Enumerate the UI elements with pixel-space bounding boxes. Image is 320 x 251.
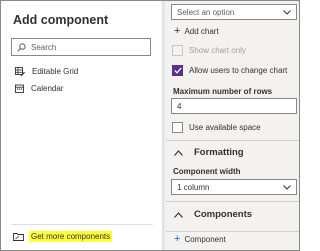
component-item-label: Editable Grid — [32, 66, 79, 76]
component-width-value: 1 column — [177, 182, 210, 192]
chevron-up-icon — [174, 211, 183, 218]
checkbox-box-checked — [172, 65, 183, 76]
search-icon — [17, 42, 26, 52]
formatting-section-header[interactable]: Formatting — [174, 147, 244, 158]
allow-change-chart-checkbox[interactable]: Allow users to change chart — [172, 65, 287, 76]
chevron-down-icon — [283, 184, 291, 190]
pane-title: Add component — [13, 13, 109, 27]
use-available-space-label: Use available space — [189, 123, 261, 132]
chevron-up-icon — [174, 149, 183, 156]
get-more-components-label: Get more components — [29, 231, 113, 242]
show-chart-only-label: Show chart only — [189, 46, 246, 55]
checkbox-box — [172, 45, 183, 56]
calendar-icon — [15, 84, 24, 93]
use-available-space-checkbox[interactable]: Use available space — [172, 122, 261, 133]
component-item-calendar[interactable]: Calendar — [15, 82, 63, 94]
components-header-label: Components — [194, 209, 253, 220]
divider — [11, 224, 153, 225]
component-item-editable-grid[interactable]: Editable Grid — [15, 65, 78, 77]
formatting-header-label: Formatting — [194, 147, 244, 158]
component-item-label: Calendar — [31, 83, 64, 93]
plus-icon: + — [174, 25, 181, 37]
show-chart-only-checkbox[interactable]: Show chart only — [172, 45, 246, 56]
max-rows-input[interactable] — [171, 98, 297, 114]
max-rows-label: Maximum number of rows — [173, 87, 273, 96]
add-component-pane: Add component Editable Grid Calendar — [1, 1, 163, 250]
chevron-down-icon — [283, 9, 291, 15]
components-section-header[interactable]: Components — [174, 209, 252, 220]
component-width-label: Component width — [173, 167, 241, 176]
search-box[interactable] — [11, 38, 151, 56]
section-divider — [166, 201, 299, 202]
get-more-components-link[interactable]: Get more components — [13, 230, 113, 243]
add-component-label: Component — [184, 235, 226, 244]
folder-icon — [13, 233, 24, 241]
checkbox-box — [172, 122, 183, 133]
option-select[interactable]: Select an option — [171, 4, 297, 20]
properties-pane: Select an option + Add chart Show chart … — [166, 1, 299, 250]
option-select-placeholder: Select an option — [177, 7, 235, 17]
component-width-select[interactable]: 1 column — [171, 179, 297, 195]
add-chart-label: Add chart — [184, 27, 219, 36]
add-chart-button[interactable]: + Add chart — [174, 26, 219, 37]
add-component-button[interactable]: + Component — [166, 231, 299, 247]
editable-grid-icon — [15, 66, 25, 76]
plus-icon: + — [174, 233, 181, 245]
section-divider — [166, 140, 299, 141]
allow-change-chart-label: Allow users to change chart — [189, 66, 288, 75]
search-input[interactable] — [31, 42, 141, 52]
checkmark-icon — [173, 67, 182, 74]
